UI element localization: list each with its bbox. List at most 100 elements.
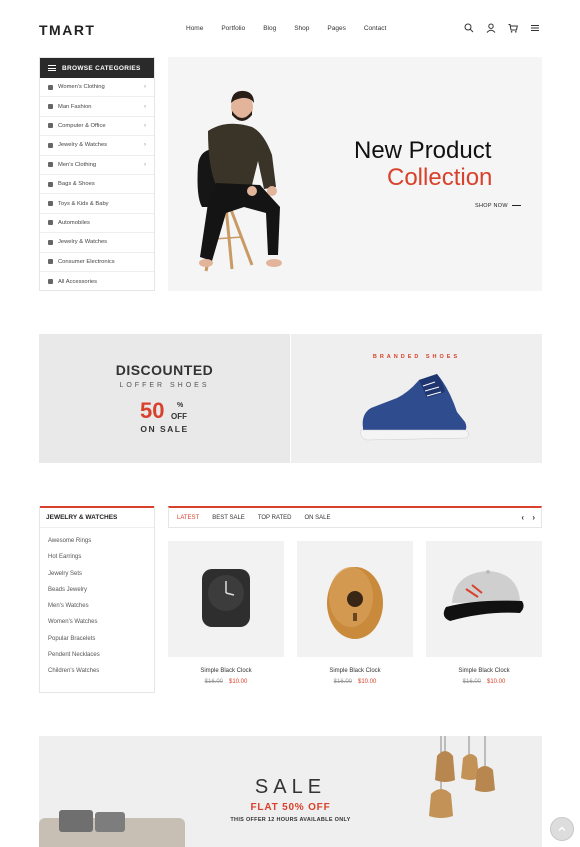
branded-shoes-label: BRANDED SHOES [372,354,461,360]
search-icon[interactable] [464,23,474,33]
nav-blog[interactable]: Blog [263,25,276,32]
black-clock-image [202,569,250,627]
discount-panel[interactable]: DISCOUNTED LOFFER SHOES 50 % OFF ON SALE [39,334,290,463]
nav-shop[interactable]: Shop [294,25,309,32]
category-item[interactable]: All Accessories [40,272,154,291]
old-price: $16.00 [333,679,352,685]
jewelry-link[interactable]: Beads Jewelry [48,587,154,603]
tab-top-rated[interactable]: TOP RATED [258,515,292,521]
category-icon [48,220,53,226]
tab-best-sale[interactable]: BEST SALE [212,515,245,521]
menu-icon[interactable] [530,23,540,33]
hero-model-image [197,90,282,272]
category-label: Men's Clothing [58,161,97,168]
arrow-line-icon [511,205,521,207]
category-item[interactable]: Bags & Shoes [40,175,154,195]
category-list: Women's Clothing › Man Fashion › Computer & … [40,78,154,291]
product-image[interactable] [168,541,284,657]
categories-header[interactable]: BROWSE CATEGORIES [40,58,154,78]
hero-title-line2: Collection [387,164,493,191]
nav-pages[interactable]: Pages [327,25,345,32]
jewelry-link[interactable]: Children's Watches [48,668,154,684]
old-price: $16.00 [204,679,223,685]
category-item[interactable]: Men's Clothing › [40,156,154,175]
jewelry-link[interactable]: Awesome Rings [48,538,154,554]
category-label: Jewelry & Watches [58,239,108,246]
sale-price: $10.00 [229,679,248,685]
promo-banner: DISCOUNTED LOFFER SHOES 50 % OFF ON SALE… [39,334,542,463]
prev-arrow-icon[interactable]: ‹ [521,513,524,522]
user-icon[interactable] [486,23,496,33]
scroll-to-top-button[interactable] [550,817,574,841]
product-name[interactable]: Simple Black Clock [297,668,413,674]
jewelry-watches-panel: JEWELRY & WATCHES Awesome Rings Hot Earri… [39,506,155,693]
snapback-cap-image [443,570,524,621]
category-label: All Accessories [58,278,97,285]
discount-percent: 50 [140,398,165,423]
category-item[interactable]: Jewelry & Watches › [40,136,154,156]
sale-subtitle: FLAT 50% OFF [250,802,331,813]
chevron-right-icon: › [144,103,146,110]
hamburger-icon [48,64,56,73]
category-icon [48,201,53,207]
category-label: Automobiles [58,219,90,226]
product-name[interactable]: Simple Black Clock [426,668,542,674]
category-icon [48,104,53,110]
site-logo[interactable]: TMART [39,22,96,38]
jewelry-link[interactable]: Women's Watches [48,619,154,635]
category-item[interactable]: Consumer Electronics [40,253,154,272]
nav-portfolio[interactable]: Portfolio [221,25,245,32]
jewelry-link[interactable]: Men's Watches [48,603,154,619]
category-label: Jewelry & Watches [58,142,108,149]
category-label: Man Fashion [58,103,92,110]
category-icon [48,162,53,168]
percent-symbol: % [177,402,184,409]
cart-icon[interactable] [508,23,518,33]
product-price: $16.00 $10.00 [426,679,542,685]
header-icons [464,23,540,33]
jewelry-link[interactable]: Pendent Necklaces [48,652,154,668]
nav-contact[interactable]: Contact [364,25,386,32]
carousel-nav: ‹ › [515,513,535,522]
category-item[interactable]: Automobiles [40,214,154,234]
sale-price: $10.00 [487,679,506,685]
product-card[interactable]: Simple Black Clock $16.00 $10.00 [297,541,413,685]
product-image[interactable] [297,541,413,657]
product-image[interactable] [426,541,542,657]
shop-now-link[interactable]: SHOP NOW [475,203,521,209]
discount-subtitle: LOFFER SHOES [119,382,210,389]
hero-title-line1: New Product [354,137,492,164]
jewelry-link[interactable]: Popular Bracelets [48,636,154,652]
category-label: Toys & Kids & Baby [58,200,109,207]
jewelry-list: Awesome Rings Hot Earrings Jewelry Sets Bea… [40,528,154,685]
jewelry-link[interactable]: Hot Earrings [48,554,154,570]
category-item[interactable]: Women's Clothing › [40,78,154,98]
sale-price: $10.00 [358,679,377,685]
category-icon [48,279,53,285]
product-card[interactable]: Simple Black Clock $16.00 $10.00 [168,541,284,685]
category-icon [48,181,53,187]
discount-title: DISCOUNTED [115,362,214,378]
old-price: $16.00 [462,679,481,685]
category-icon [48,239,53,245]
category-item[interactable]: Computer & Office › [40,117,154,137]
category-item[interactable]: Man Fashion › [40,97,154,117]
tab-latest[interactable]: LATEST [177,515,199,521]
sale-banner[interactable]: SALE FLAT 50% OFF THIS OFFER 12 HOURS AV… [39,736,542,847]
jewelry-link[interactable]: Jewelry Sets [48,571,154,587]
discount-off: OFF [171,412,187,421]
category-item[interactable]: Toys & Kids & Baby [40,194,154,214]
tab-on-sale[interactable]: ON SALE [305,515,331,521]
category-item[interactable]: Jewelry & Watches [40,233,154,253]
browse-categories: BROWSE CATEGORIES Women's Clothing › Man F… [39,57,155,291]
wooden-birdhouse-image [327,567,383,639]
category-icon [48,259,53,265]
branded-shoes-panel[interactable]: BRANDED SHOES [291,334,542,463]
product-price: $16.00 $10.00 [297,679,413,685]
product-card[interactable]: Simple Black Clock $16.00 $10.00 [426,541,542,685]
nav-home[interactable]: Home [186,25,203,32]
product-name[interactable]: Simple Black Clock [168,668,284,674]
next-arrow-icon[interactable]: › [532,513,535,522]
shop-now-label: SHOP NOW [475,203,508,209]
sale-note: THIS OFFER 12 HOURS AVAILABLE ONLY [230,817,351,823]
